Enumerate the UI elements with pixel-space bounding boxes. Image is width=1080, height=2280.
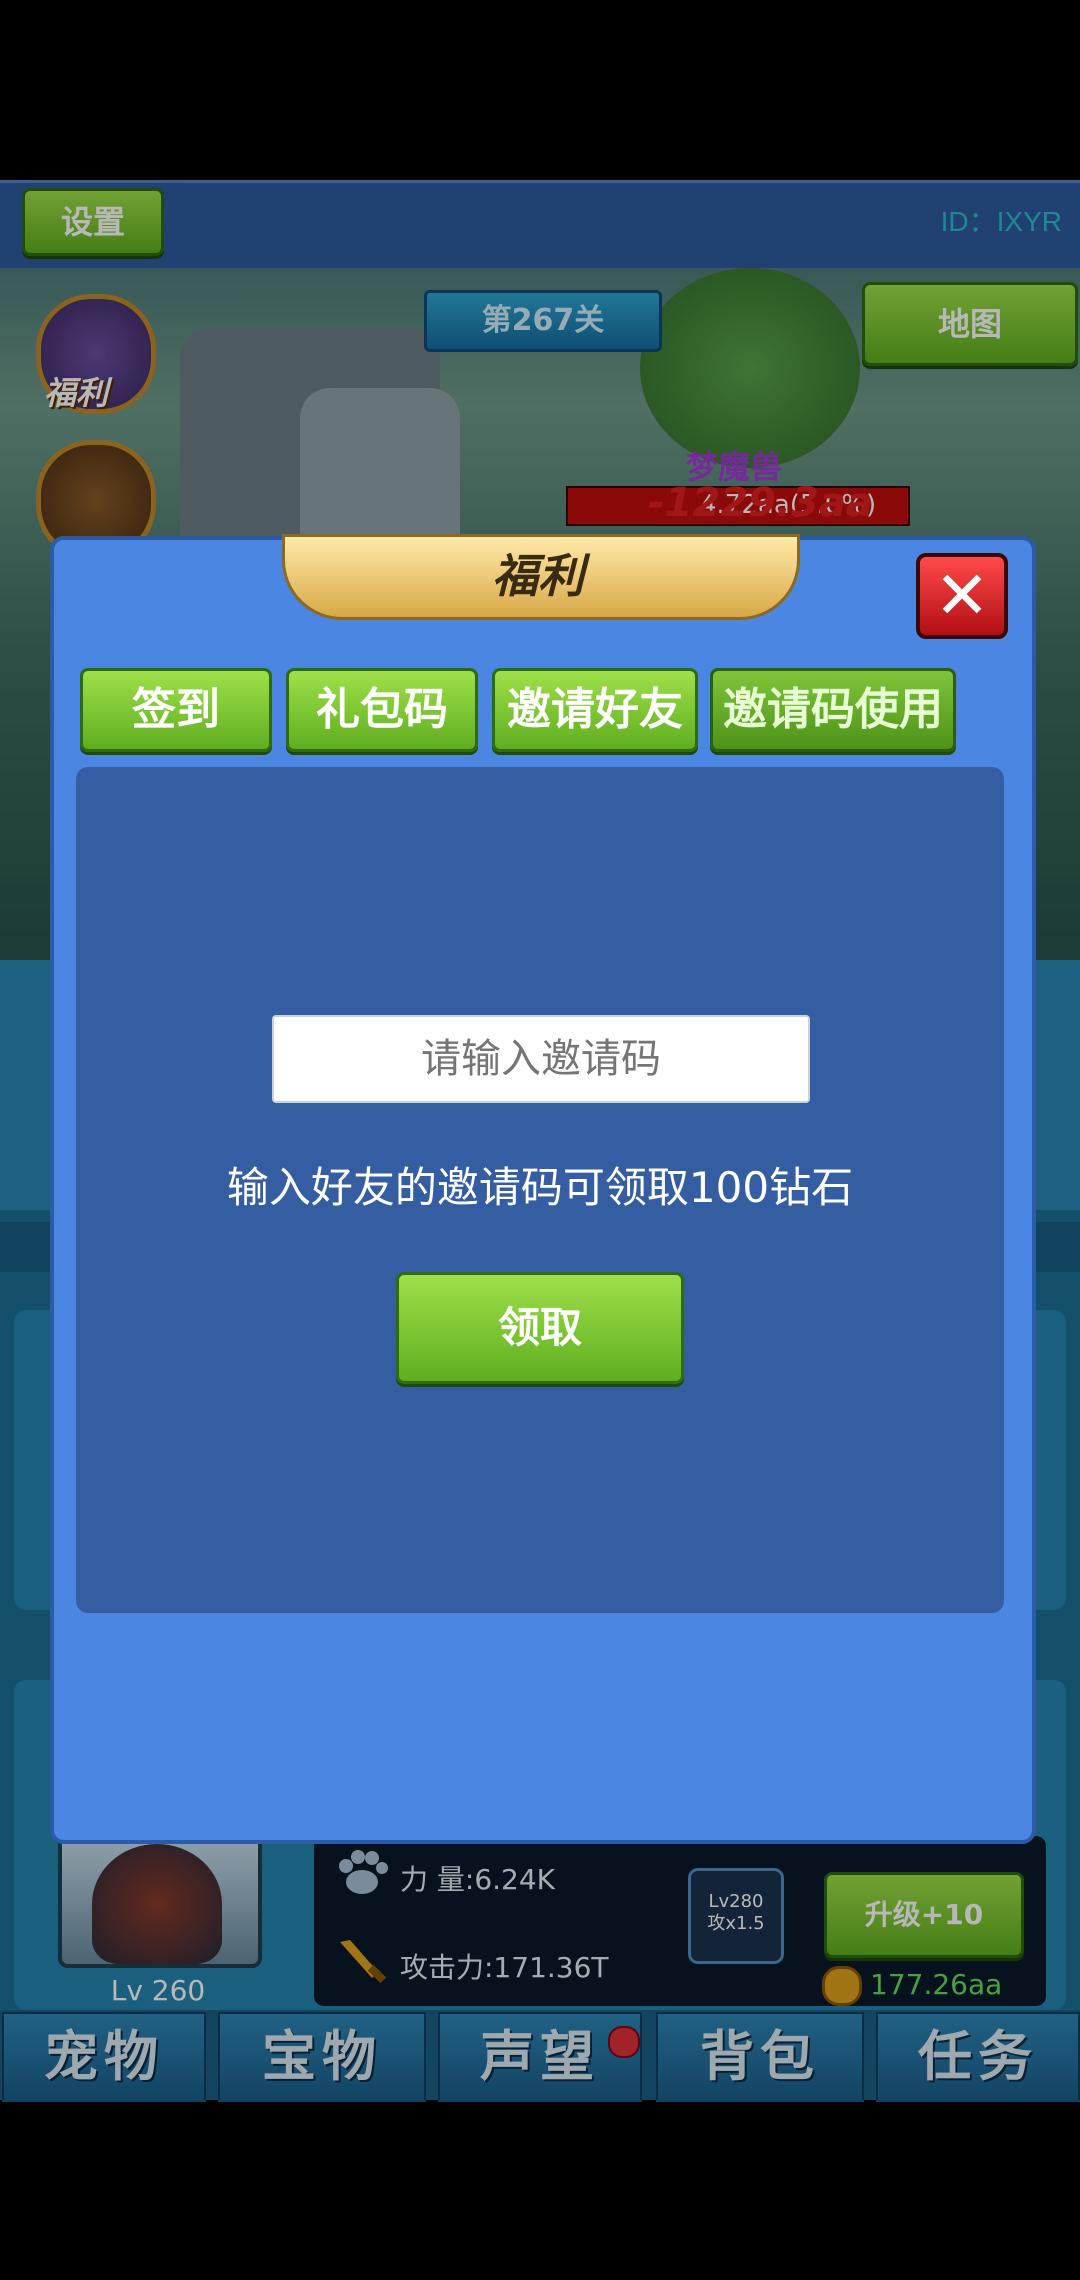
tab-gift-code[interactable]: 礼包码 xyxy=(286,668,478,752)
tab-use-invite-code[interactable]: 邀请码使用 xyxy=(710,668,956,752)
tab-sign-in[interactable]: 签到 xyxy=(80,668,272,752)
invite-code-input[interactable] xyxy=(272,1015,810,1103)
close-button[interactable]: ✕ xyxy=(916,553,1008,639)
invite-hint: 输入好友的邀请码可领取100钻石 xyxy=(226,1163,854,1212)
tab-invite-friends[interactable]: 邀请好友 xyxy=(492,668,698,752)
claim-button[interactable]: 领取 xyxy=(396,1272,684,1384)
modal-title: 福利 xyxy=(492,549,584,603)
